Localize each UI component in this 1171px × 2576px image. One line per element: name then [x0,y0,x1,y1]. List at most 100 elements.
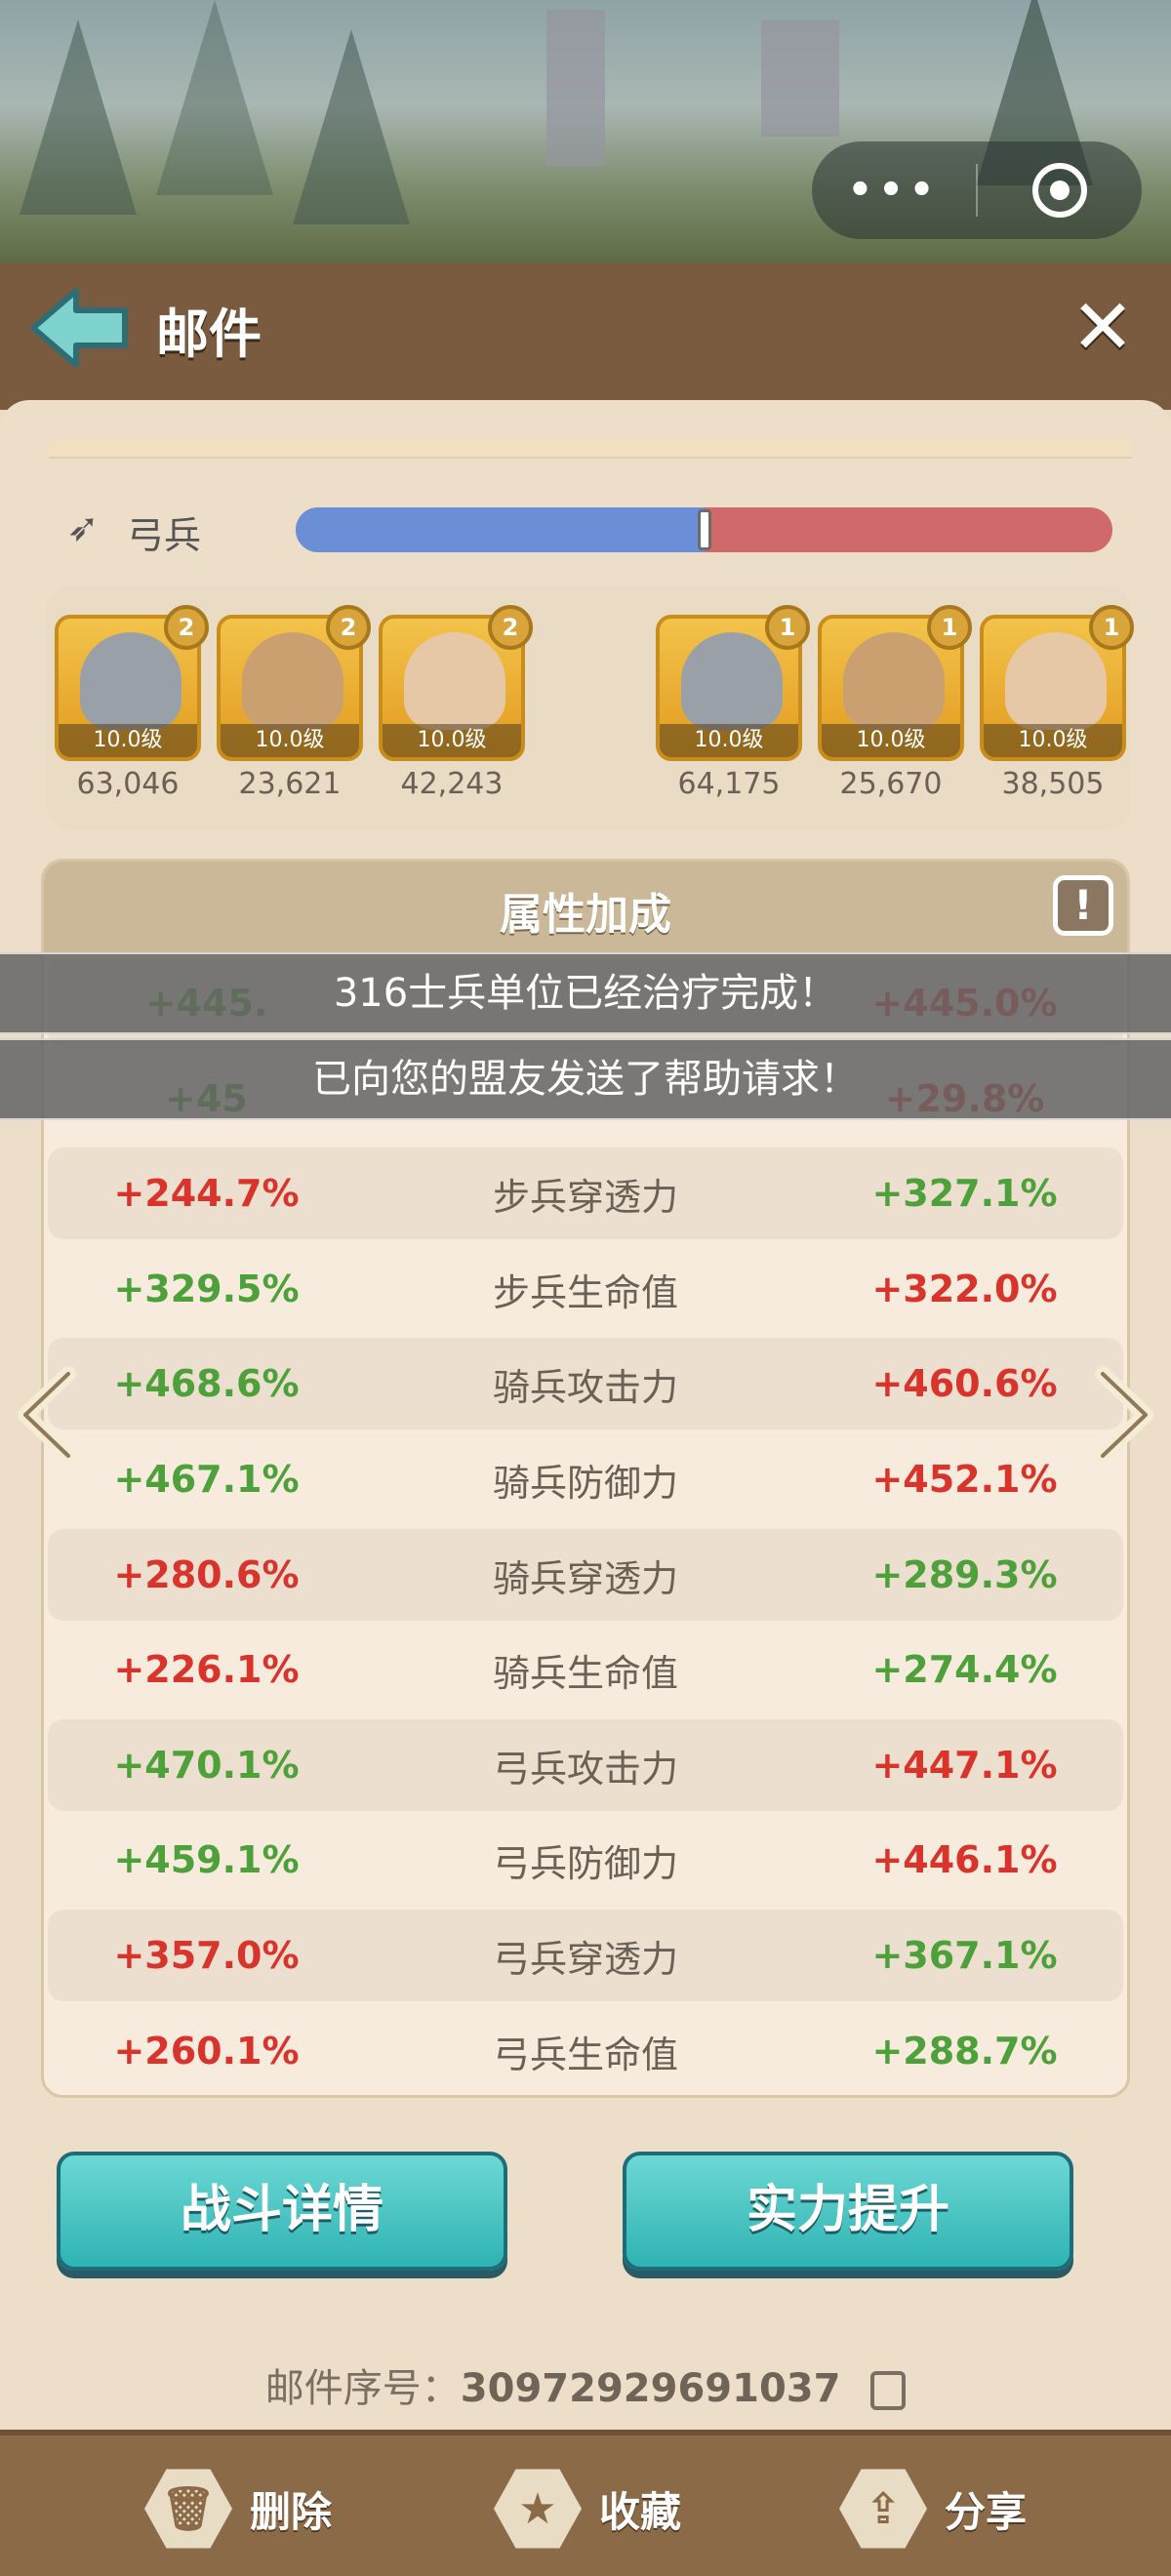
close-icon[interactable]: ✕ [1064,289,1142,367]
attribute-name: 骑兵攻击力 [492,1365,678,1409]
attribute-name: 弓兵攻击力 [492,1747,678,1791]
footer-bar: 🗑 删除 ★ 收藏 ⇪ 分享 [0,2430,1171,2576]
attribute-row: +280.6% 骑兵穿透力 +289.3% [48,1529,1123,1621]
serial-number: 3097292969103 [460,2366,814,2411]
attribute-row: +468.6% 骑兵攻击力 +460.6% [48,1338,1123,1429]
troop-ratio-marker [698,509,711,550]
attribute-right-value: +327.1% [871,1172,1058,1215]
attribute-left-value: +357.0% [113,1934,300,1977]
attribute-row: +467.1% 骑兵防御力 +452.1% [48,1433,1123,1525]
knight-portrait-icon [681,632,783,730]
attribute-left-value: +280.6% [113,1553,300,1596]
delete-button[interactable]: 🗑 删除 [144,2465,332,2553]
toast-heal-complete: 316士兵单位已经治疗完成！ [0,952,1171,1034]
mail-panel: ➶ 弓兵 10.0级 2 63,046 10.0级 2 23,621 10.0级 2 42,24… [0,400,1171,2430]
attribute-right-value: +322.0% [871,1268,1058,1310]
dwarf-portrait-icon [843,632,945,730]
serial-label: 邮件序号： [264,2366,461,2411]
hero-card[interactable]: 10.0级 1 64,175 [656,605,810,801]
hero-rank-badge: 1 [927,605,972,650]
hero-rank-badge: 1 [1089,605,1134,650]
attribute-left-value: +459.1% [113,1838,300,1881]
info-icon[interactable]: ! [1053,875,1113,936]
hero-lineup: 10.0级 2 63,046 10.0级 2 23,621 10.0级 2 42,243 10.0… [47,585,1134,829]
page-title: 邮件 [156,303,262,365]
hero-card[interactable]: 10.0级 1 38,505 [980,605,1134,801]
next-arrow-icon[interactable] [1089,1366,1157,1464]
attribute-name: 步兵生命值 [492,1270,678,1314]
archer-portrait-icon [1005,632,1107,730]
troop-ratio-left [296,507,705,552]
attribute-name: 弓兵防御力 [492,1841,678,1885]
attribute-name: 步兵穿透力 [492,1175,678,1219]
troop-label: 弓兵 [127,514,202,557]
attribute-left-value: +226.1% [113,1648,300,1691]
attribute-row: +260.1% 弓兵生命值 +288.7% [48,2005,1123,2095]
hero-card[interactable]: 10.0级 2 63,046 [55,605,209,801]
attribute-left-value: +467.1% [113,1458,300,1501]
hero-troop-count: 23,621 [238,767,342,801]
more-icon[interactable]: ••• [812,168,976,213]
attribute-row: +459.1% 弓兵防御力 +446.1% [48,1814,1123,1906]
archer-portrait-icon [404,632,505,730]
toast-help-request: 已向您的盟友发送了帮助请求！ [0,1038,1171,1120]
attribute-right-value: +452.1% [871,1458,1058,1501]
hero-troop-count: 42,243 [400,767,504,801]
serial-number-tail: 7 [813,2366,841,2411]
attribute-name: 骑兵防御力 [492,1461,678,1505]
troop-comparison-row: ➶ 弓兵 [59,498,1132,566]
dwarf-portrait-icon [242,632,343,730]
prev-arrow-icon[interactable] [14,1366,82,1464]
hero-troop-count: 64,175 [677,767,781,801]
header-bar: 邮件 ✕ [0,263,1171,410]
hero-rank-badge: 2 [164,605,209,650]
attribute-header: 属性加成 ! [44,862,1127,953]
attribute-title: 属性加成 [500,890,671,940]
hero-troop-count: 38,505 [1001,767,1105,801]
delete-label: 删除 [250,2487,333,2536]
bow-icon: ➶ [66,505,100,550]
knight-portrait-icon [80,632,182,730]
attribute-name: 骑兵生命值 [492,1651,678,1695]
hero-card[interactable]: 10.0级 1 25,670 [818,605,972,801]
favorite-button[interactable]: ★ 收藏 [494,2465,681,2553]
attribute-right-value: +289.3% [871,1553,1058,1596]
attribute-right-value: +460.6% [871,1362,1058,1405]
troop-ratio-bar [296,507,1112,552]
hero-card[interactable]: 10.0级 2 23,621 [217,605,371,801]
hero-level: 10.0级 [383,724,521,757]
attribute-left-value: +260.1% [113,2030,300,2073]
attribute-row: +244.7% 步兵穿透力 +327.1% [48,1147,1123,1239]
scroll-top-edge [49,439,1132,459]
attribute-right-value: +447.1% [871,1744,1058,1787]
hero-level: 10.0级 [822,724,960,757]
hero-level: 10.0级 [59,724,197,757]
hero-rank-badge: 2 [326,605,371,650]
copy-icon[interactable] [870,2371,907,2410]
hero-level: 10.0级 [221,724,359,757]
hero-level: 10.0级 [660,724,798,757]
hero-rank-badge: 1 [765,605,810,650]
favorite-label: 收藏 [599,2487,682,2536]
trash-icon: 🗑 [144,2469,232,2549]
attribute-left-value: +329.5% [113,1268,300,1310]
top-banner: ••• [0,0,1171,263]
star-icon: ★ [494,2469,582,2549]
attribute-name: 骑兵穿透力 [492,1556,678,1600]
attribute-right-value: +367.1% [871,1934,1058,1977]
attribute-name: 弓兵穿透力 [492,1937,678,1981]
attribute-row: +329.5% 步兵生命值 +322.0% [48,1243,1123,1335]
attribute-name: 弓兵生命值 [492,2033,678,2076]
attribute-row: +470.1% 弓兵攻击力 +447.1% [48,1719,1123,1811]
share-button[interactable]: ⇪ 分享 [839,2465,1027,2553]
back-arrow-icon[interactable] [25,279,133,377]
attribute-left-value: +244.7% [113,1172,300,1215]
battle-details-button[interactable]: 战斗详情 [57,2152,507,2271]
attribute-row: +226.1% 骑兵生命值 +274.4% [48,1624,1123,1715]
attribute-right-value: +274.4% [871,1648,1058,1691]
share-label: 分享 [945,2487,1028,2536]
hero-troop-count: 63,046 [76,767,180,801]
close-target-icon[interactable] [978,163,1142,218]
power-up-button[interactable]: 实力提升 [623,2152,1073,2271]
hero-card[interactable]: 10.0级 2 42,243 [379,605,533,801]
